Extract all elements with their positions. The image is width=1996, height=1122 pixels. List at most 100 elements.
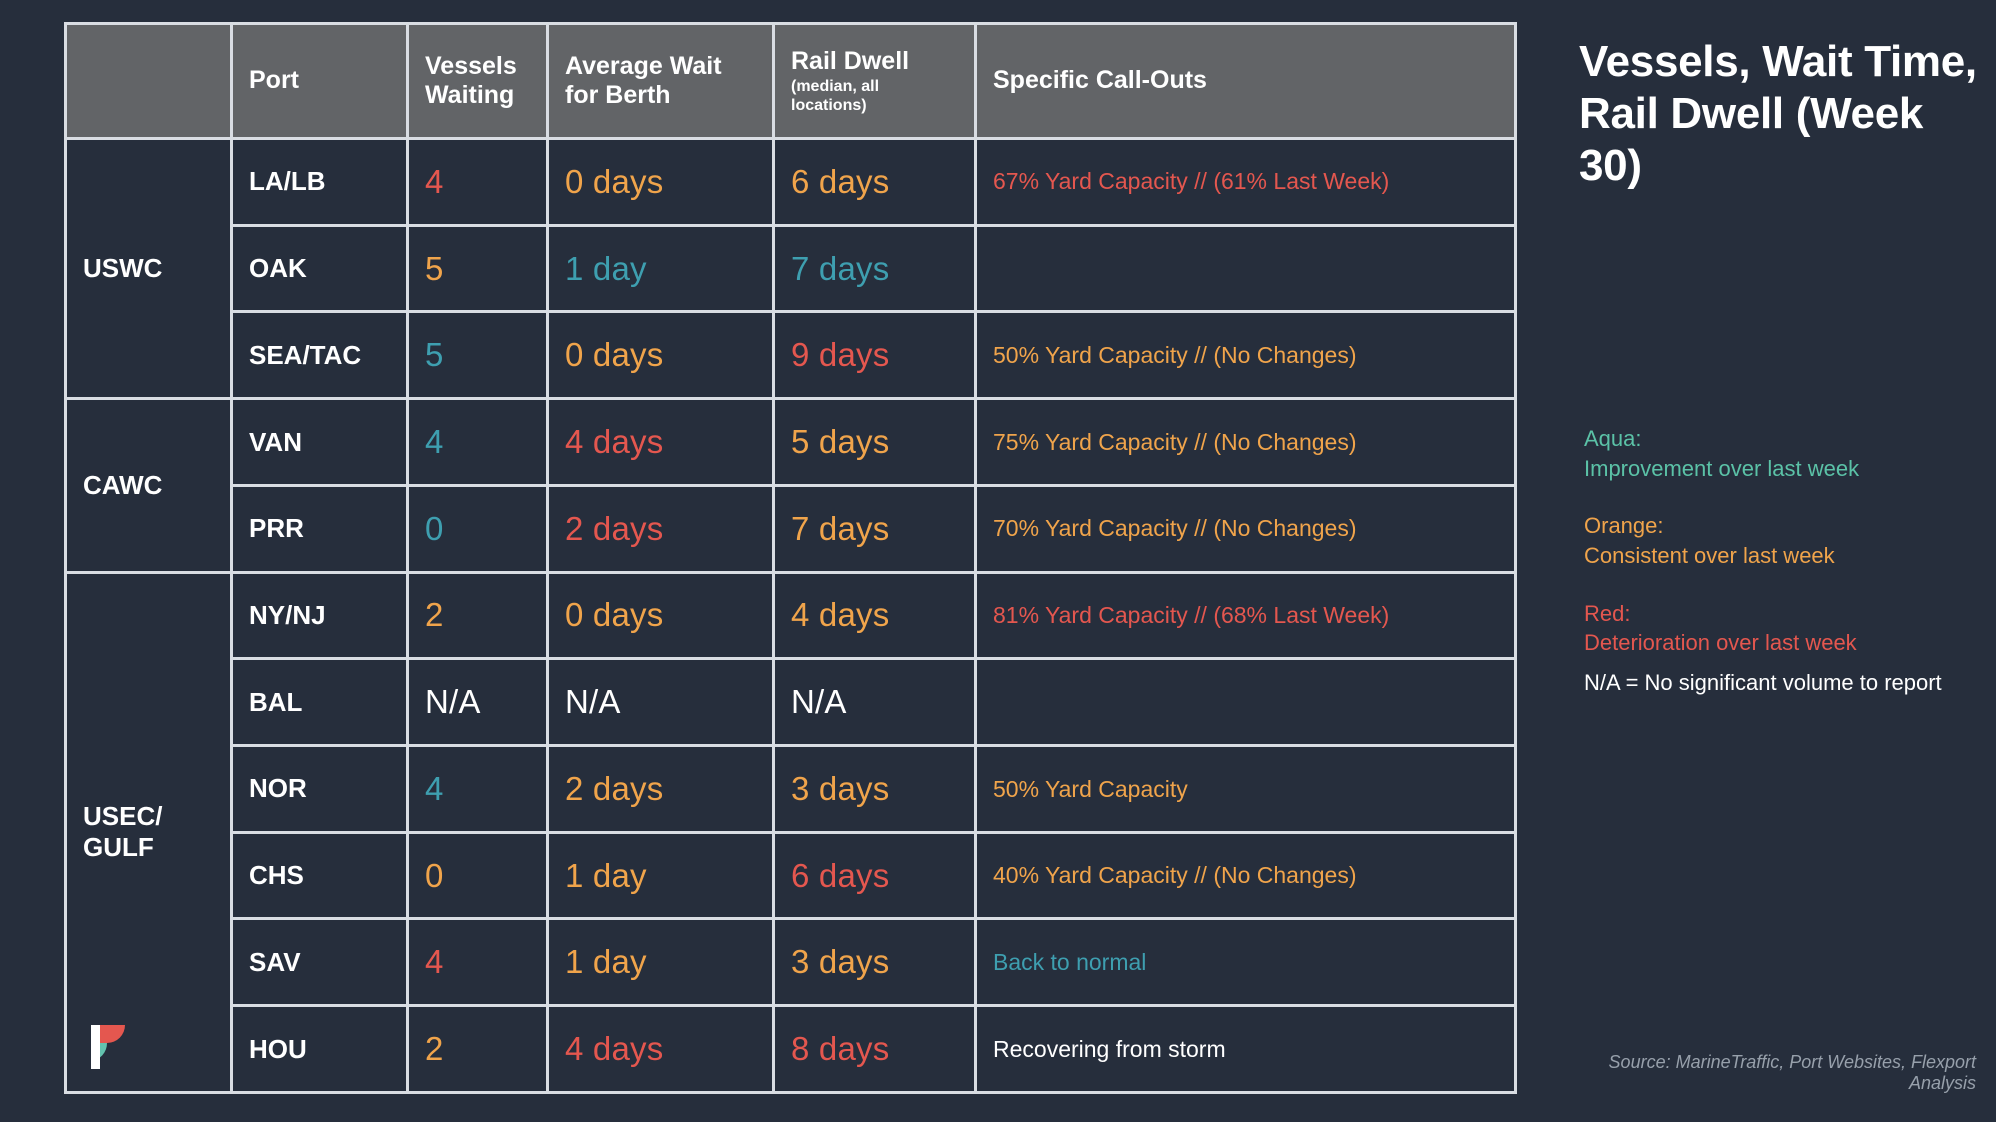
na-note: N/A = No significant volume to report — [1584, 670, 1942, 695]
port-name-cell: NOR — [230, 744, 409, 834]
header-specific-callouts: Specific Call-Outs — [974, 22, 1517, 140]
header-vessels-waiting: Vessels Waiting — [406, 22, 549, 140]
vessels-waiting-cell: 4 — [406, 744, 549, 834]
table-row: SEA/TAC 5 0 days 9 days 50% Yard Capacity //… — [66, 310, 1517, 401]
vessels-waiting-cell: 4 — [406, 137, 549, 227]
specific-callout-cell — [974, 657, 1517, 748]
port-name-cell: VAN — [230, 397, 409, 487]
specific-callout-cell: 70% Yard Capacity // (No Changes) — [974, 483, 1517, 574]
port-name-cell: SAV — [230, 917, 409, 1008]
page-title: Vessels, Wait Time, Rail Dwell (Week 30) — [1579, 37, 1977, 190]
port-name-cell: OAK — [230, 223, 409, 314]
rail-dwell-cell: 6 days — [772, 830, 977, 921]
rail-dwell-cell: N/A — [772, 657, 977, 748]
average-wait-cell: 4 days — [546, 1004, 775, 1094]
table-row: USWC LA/LB 4 0 days 6 days 67% Yard Capacity … — [64, 136, 1517, 401]
region-group-label: CAWC — [83, 469, 163, 500]
port-name-cell: HOU — [230, 1004, 409, 1094]
table-body: USWC LA/LB 4 0 days 6 days 67% Yard Capacity … — [64, 136, 1517, 1095]
flexport-logo — [85, 1021, 129, 1073]
specific-callout-cell: 67% Yard Capacity // (61% Last Week) — [974, 137, 1517, 227]
region-group-label: USEC/GULF — [83, 800, 163, 863]
region-group-label: USWC — [83, 252, 163, 283]
legend-item-description: Deterioration over last week — [1584, 630, 1857, 656]
table-header-row: Port Vessels Waiting Average Wait for Be… — [64, 22, 1517, 140]
table-row: NOR 4 2 days 3 days 50% Yard Capacity — [66, 744, 1517, 834]
rail-dwell-cell: 9 days — [772, 310, 977, 401]
rail-dwell-cell: 3 days — [772, 744, 977, 834]
vessels-waiting-cell: 4 — [406, 397, 549, 487]
average-wait-cell: 1 day — [546, 830, 775, 921]
region-group-cell: USWC — [64, 136, 233, 401]
table-row: CHS 0 1 day 6 days 40% Yard Capacity // (No … — [66, 830, 1517, 921]
header-rail-dwell-label: Rail Dwell — [791, 46, 910, 75]
region-group-cell: USEC/GULF — [64, 570, 233, 1095]
vessels-waiting-cell: N/A — [406, 657, 549, 748]
legend-item-key: Orange: — [1584, 513, 1664, 539]
legend-item: Orange: Consistent over last week — [1584, 511, 1984, 570]
specific-callout-cell: 40% Yard Capacity // (No Changes) — [974, 830, 1517, 921]
table-row: SAV 4 1 day 3 days Back to normal — [66, 917, 1517, 1008]
legend-item-key: Aqua: — [1584, 426, 1642, 451]
vessels-waiting-cell: 2 — [406, 570, 549, 661]
region-group-cell: CAWC — [64, 397, 233, 574]
port-name-cell: PRR — [230, 483, 409, 574]
table-row: USEC/GULF NY/NJ 2 0 days 4 days 81% Yard Capa… — [64, 570, 1517, 1095]
legend-item: Red: Deterioration over last week — [1584, 599, 1984, 658]
specific-callout-cell: 50% Yard Capacity — [974, 744, 1517, 834]
legend-item: Aqua: Improvement over last week — [1584, 424, 1984, 483]
average-wait-cell: 1 day — [546, 917, 775, 1008]
specific-callout-cell: 50% Yard Capacity // (No Changes) — [974, 310, 1517, 401]
rail-dwell-cell: 8 days — [772, 1004, 977, 1094]
port-name-cell: NY/NJ — [230, 570, 409, 661]
rail-dwell-cell: 4 days — [772, 570, 977, 661]
legend-item-key: Red: — [1584, 600, 1631, 626]
specific-callout-cell — [974, 223, 1517, 314]
side-panel: Vessels, Wait Time, Rail Dwell (Week 30)… — [1566, 0, 1986, 1122]
rail-dwell-cell: 6 days — [772, 137, 977, 227]
table-row: OAK 5 1 day 7 days — [66, 223, 1517, 314]
port-metrics-table: Port Vessels Waiting Average Wait for Be… — [64, 22, 1517, 1095]
average-wait-cell: 0 days — [546, 570, 775, 661]
table-header: Port Vessels Waiting Average Wait for Be… — [64, 22, 1517, 140]
vessels-waiting-cell: 5 — [406, 310, 549, 401]
specific-callout-cell: 81% Yard Capacity // (68% Last Week) — [974, 570, 1517, 661]
vessels-waiting-cell: 0 — [406, 830, 549, 921]
header-rail-dwell-sublabel: (median, all locations) — [791, 78, 880, 114]
specific-callout-cell: Recovering from storm — [974, 1004, 1517, 1094]
slide-root: Port Vessels Waiting Average Wait for Be… — [0, 0, 1996, 1122]
average-wait-cell: 2 days — [546, 744, 775, 834]
table-row: HOU 2 4 days 8 days Recovering from storm — [66, 1004, 1517, 1094]
legend-item-description: Improvement over last week — [1584, 455, 1860, 481]
average-wait-cell: 4 days — [546, 397, 775, 487]
vessels-waiting-cell: 4 — [406, 917, 549, 1008]
header-port: Port — [230, 22, 409, 140]
header-rail-dwell: Rail Dwell (median, all locations) — [772, 22, 977, 140]
specific-callout-cell: Back to normal — [974, 917, 1517, 1008]
color-legend: Aqua: Improvement over last week Orange: Co… — [1584, 424, 1984, 686]
vessels-waiting-cell: 5 — [406, 223, 549, 314]
rail-dwell-cell: 5 days — [772, 397, 977, 487]
average-wait-cell: N/A — [546, 657, 775, 748]
rail-dwell-cell: 3 days — [772, 917, 977, 1008]
port-name-cell: BAL — [230, 657, 409, 748]
average-wait-cell: 0 days — [546, 310, 775, 401]
rail-dwell-cell: 7 days — [772, 223, 977, 314]
port-metrics-table-container: Port Vessels Waiting Average Wait for Be… — [64, 22, 1517, 1095]
port-name-cell: SEA/TAC — [230, 310, 409, 401]
port-name-cell: LA/LB — [230, 137, 409, 227]
source-note: Source: MarineTraffic, Port Websites, Fl… — [1608, 1052, 1976, 1093]
average-wait-cell: 1 day — [546, 223, 775, 314]
vessels-waiting-cell: 2 — [406, 1004, 549, 1094]
rail-dwell-cell: 7 days — [772, 483, 977, 574]
table-row: CAWC VAN 4 4 days 5 days 75% Yard Capacity //… — [64, 397, 1517, 574]
header-group-blank — [64, 22, 233, 140]
specific-callout-cell: 75% Yard Capacity // (No Changes) — [974, 397, 1517, 487]
table-row: BAL N/A N/A N/A — [66, 657, 1517, 748]
average-wait-cell: 2 days — [546, 483, 775, 574]
header-average-wait: Average Wait for Berth — [546, 22, 775, 140]
vessels-waiting-cell: 0 — [406, 483, 549, 574]
table-row: PRR 0 2 days 7 days 70% Yard Capacity // (No… — [66, 483, 1517, 574]
port-name-cell: CHS — [230, 830, 409, 921]
legend-item-description: Consistent over last week — [1584, 543, 1835, 569]
